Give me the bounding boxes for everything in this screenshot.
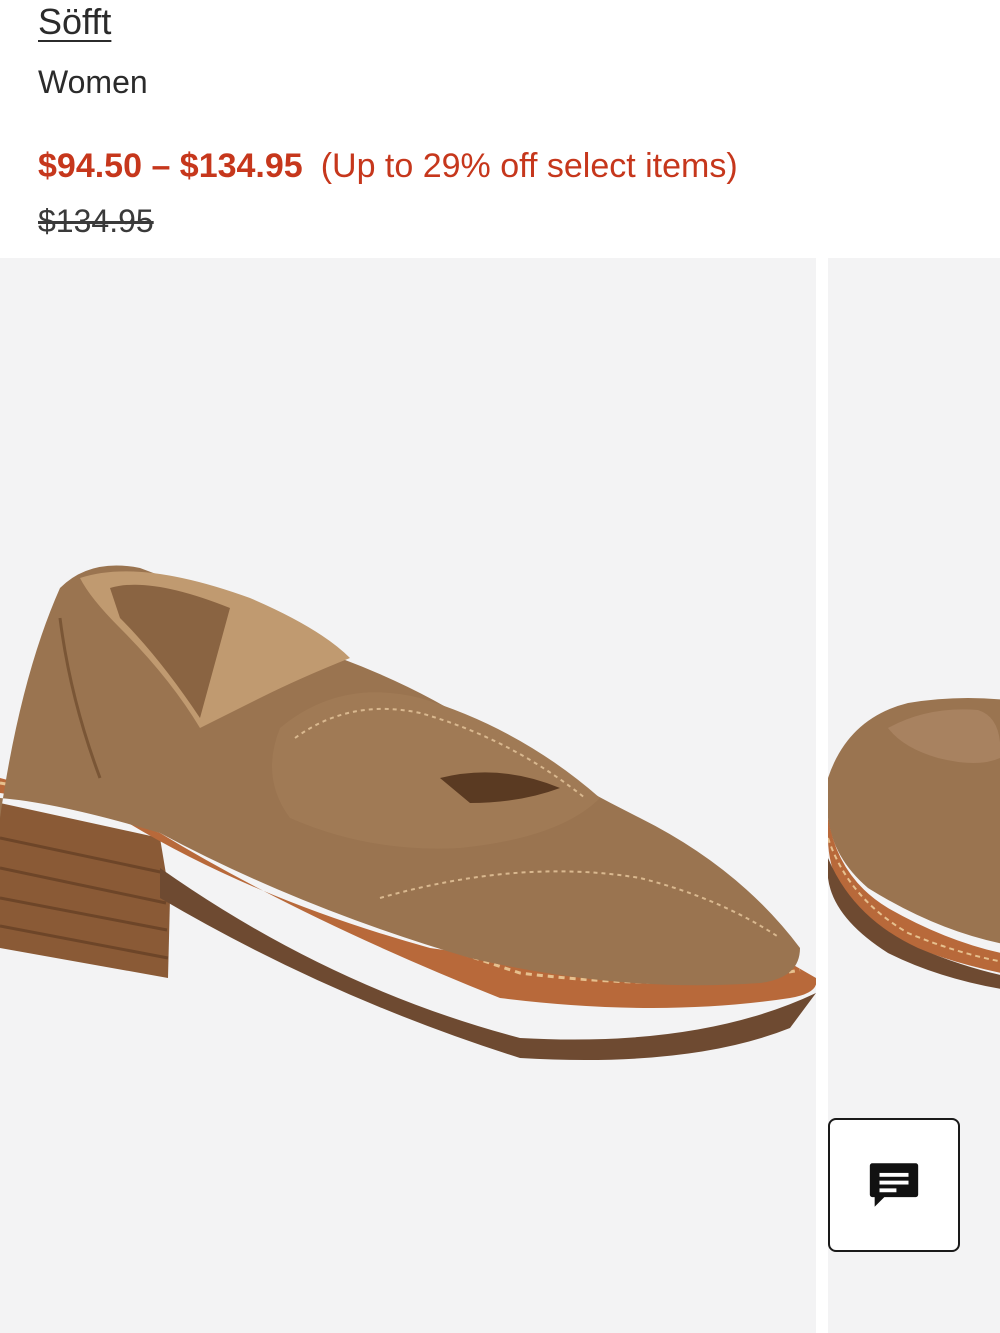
- chat-icon: [865, 1156, 923, 1214]
- loafer-illustration: [0, 565, 816, 1060]
- sale-price-range: $94.50 – $134.95: [38, 147, 303, 185]
- chat-button[interactable]: [828, 1118, 960, 1252]
- price-row: $94.50 – $134.95 (Up to 29% off select it…: [38, 146, 738, 186]
- discount-note: (Up to 29% off select items): [320, 147, 738, 185]
- original-price: $134.95: [38, 203, 154, 239]
- brand-link[interactable]: Söfft: [38, 2, 111, 42]
- product-category: Women: [38, 64, 148, 100]
- product-image-main[interactable]: [0, 258, 816, 1333]
